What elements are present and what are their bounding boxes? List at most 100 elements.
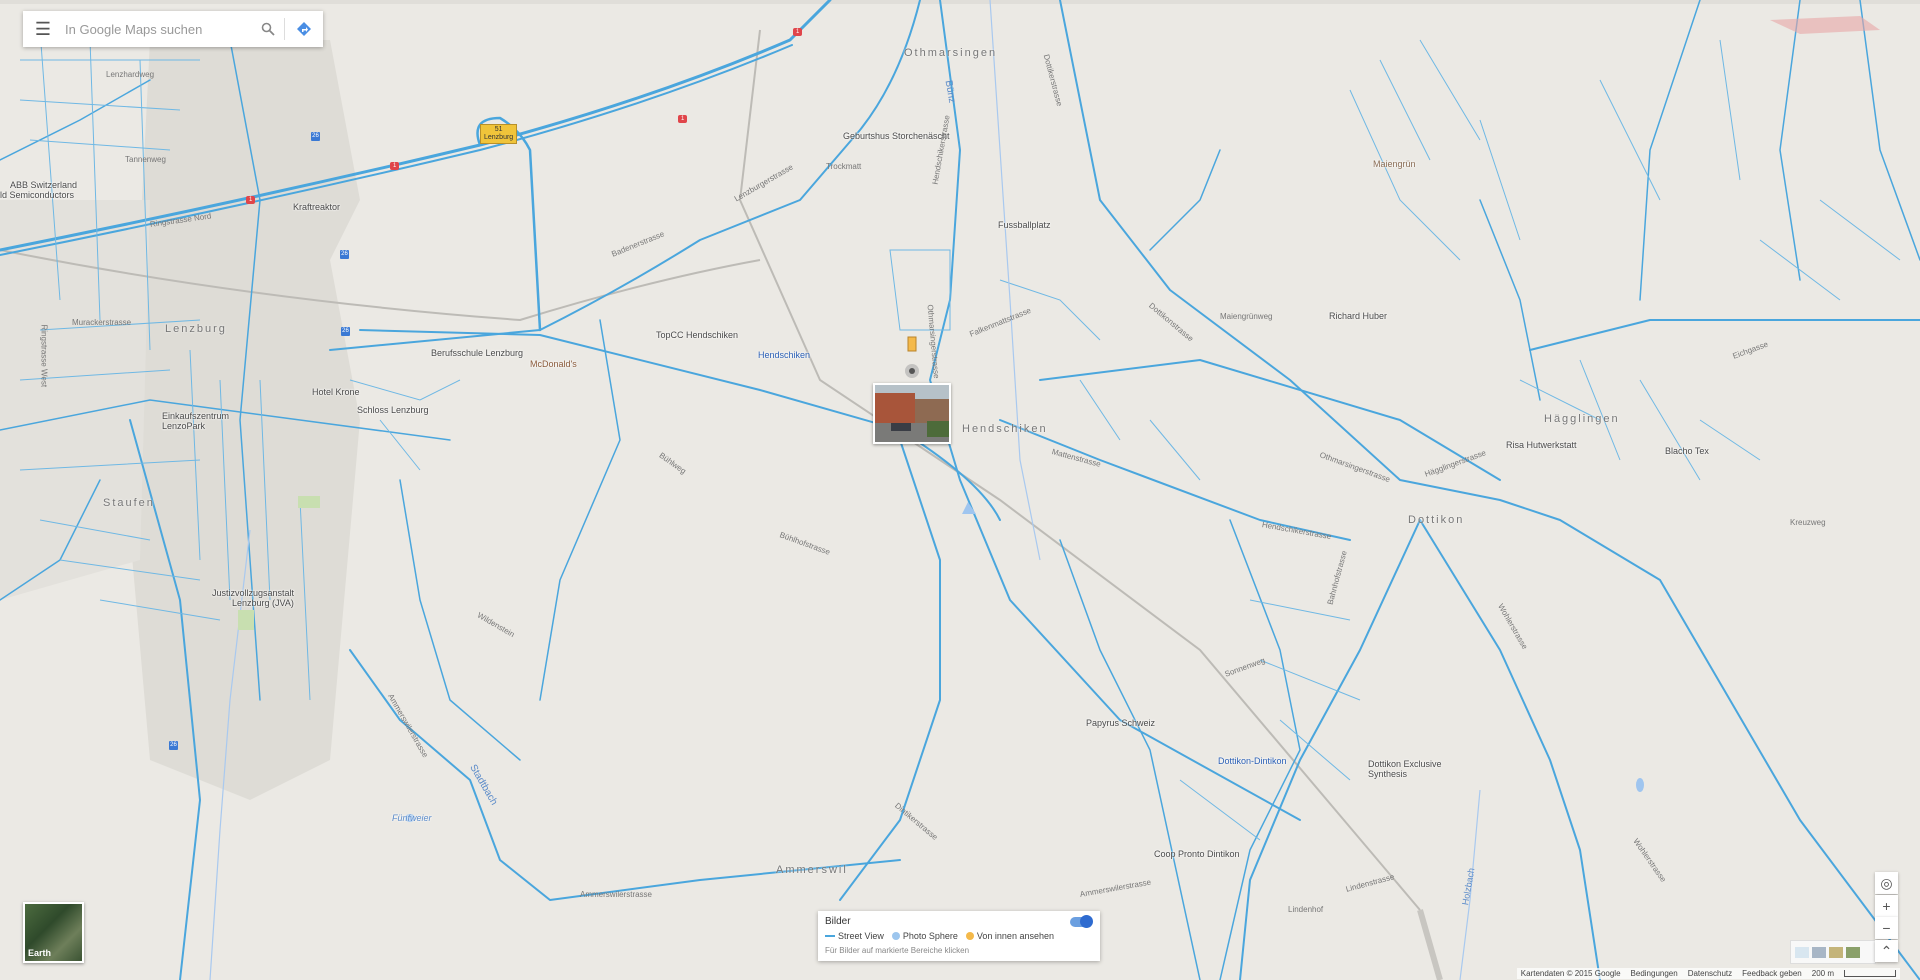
zoom-out-button[interactable]: − [1875, 917, 1898, 939]
road-number-shield: 1 [246, 196, 256, 204]
layer-thumb[interactable] [1795, 946, 1809, 958]
legend-label: Photo Sphere [902, 931, 958, 941]
place-label[interactable]: TopCC Hendschiken [656, 330, 738, 340]
place-label[interactable]: Lenzburg (JVA) [232, 598, 294, 608]
place-label[interactable]: Hotel Krone [312, 387, 360, 397]
minus-icon: − [1882, 920, 1891, 936]
footer-items: Kartendaten © 2015 Google Bedingungen Da… [1516, 968, 1900, 979]
my-location-button[interactable]: ◎ [1875, 872, 1898, 894]
legend-label: Von innen ansehen [976, 931, 1054, 941]
imagery-toggle[interactable] [1070, 915, 1093, 928]
scale-bar [1844, 970, 1896, 977]
legend-indoor: Von innen ansehen [965, 931, 1054, 941]
copyright-text: Kartendaten © 2015 Google [1520, 969, 1621, 978]
place-label[interactable]: Fussballplatz [998, 220, 1051, 230]
place-label[interactable]: ld Semiconductors [0, 190, 74, 200]
route-sign: 26 [341, 327, 350, 336]
street-view-photo [875, 385, 949, 442]
search-box: ☰ [23, 11, 323, 47]
place-label[interactable]: Schloss Lenzburg [357, 405, 429, 415]
street-label: Murackerstrasse [72, 318, 132, 327]
town-label: Hendschiken [962, 423, 1048, 435]
zoom-in-button[interactable]: + [1875, 895, 1898, 917]
place-label[interactable]: ABB Switzerland [10, 180, 77, 190]
town-label: Dottikon [1408, 514, 1465, 526]
imagery-panel: Bilder Street View Photo Sphere Von inne… [818, 911, 1100, 961]
street-label: Lenzhardweg [106, 70, 155, 79]
route-sign: 26 [169, 741, 178, 750]
layer-thumb[interactable] [1812, 946, 1826, 958]
place-label[interactable]: McDonald's [530, 359, 577, 369]
layer-thumb[interactable] [1829, 946, 1843, 958]
place-label[interactable]: Geburtshus Storchenäscht [843, 131, 950, 141]
pegman-icon[interactable] [900, 335, 924, 379]
place-label[interactable]: Coop Pronto Dintikon [1154, 849, 1240, 859]
place-label[interactable]: Papyrus Schweiz [1086, 718, 1155, 728]
legend-street-view: Street View [825, 931, 884, 941]
place-label[interactable]: Risa Hutwerkstatt [1506, 440, 1577, 450]
street-view-line-icon [825, 935, 835, 937]
street-label: Kreuzweg [1790, 518, 1826, 527]
place-label[interactable]: Dottikon-Dintikon [1218, 756, 1287, 766]
indoor-dot-icon [965, 932, 974, 940]
road-number-shield: 1 [793, 28, 803, 36]
place-label[interactable]: Berufsschule Lenzburg [431, 348, 523, 358]
chevron-up-icon: ⌃ [1880, 942, 1893, 959]
menu-button[interactable]: ☰ [23, 11, 63, 47]
directions-button[interactable] [285, 11, 323, 47]
route-sign: 26 [311, 132, 320, 141]
place-label[interactable]: Einkaufszentrum [162, 411, 229, 421]
feedback-link[interactable]: Feedback geben [1742, 969, 1802, 978]
place-label[interactable]: LenzoPark [162, 421, 205, 431]
layer-selector[interactable] [1790, 940, 1876, 964]
place-label[interactable]: Dottikon Exclusive [1368, 759, 1442, 769]
place-label[interactable]: Hendschiken [758, 350, 810, 360]
place-label[interactable]: Kraftreaktor [293, 202, 340, 212]
earth-view-button[interactable]: Earth [23, 902, 84, 963]
highway-exit-sign: 51 Lenzburg [480, 124, 518, 144]
imagery-hint: Für Bilder auf markierte Bereiche klicke… [825, 946, 970, 955]
place-label[interactable]: Justizvollzugsanstalt [212, 588, 294, 598]
place-label[interactable]: Blacho Tex [1665, 446, 1709, 456]
search-button[interactable] [252, 11, 284, 47]
plus-icon: + [1882, 898, 1891, 914]
street-label: Tannenweg [125, 155, 166, 164]
town-label: Lenzburg [165, 323, 227, 335]
town-label: Staufen [103, 497, 155, 509]
exit-name: Lenzburg [484, 134, 514, 141]
hamburger-icon: ☰ [34, 18, 52, 39]
town-label: Ammerswil [776, 864, 848, 876]
map-canvas[interactable] [0, 0, 1920, 980]
legend-label: Street View [838, 931, 884, 941]
town-label: Hägglingen [1544, 413, 1620, 425]
layer-thumb[interactable] [1846, 946, 1860, 958]
street-label: Ammerswilerstrasse [580, 890, 653, 899]
town-label: Othmarsingen [904, 47, 998, 59]
street-label: Ringstrasse West [39, 324, 49, 388]
terms-link[interactable]: Bedingungen [1631, 969, 1678, 978]
place-label[interactable]: Fünfweier [392, 813, 432, 823]
location-icon: ◎ [1880, 874, 1893, 891]
route-sign: 26 [340, 250, 349, 259]
imagery-legend: Street View Photo Sphere Von innen anseh… [825, 931, 1054, 941]
scale-label: 200 m [1811, 969, 1834, 978]
expand-button[interactable]: ⌃ [1875, 940, 1898, 962]
privacy-link[interactable]: Datenschutz [1688, 969, 1732, 978]
street-view-thumbnail[interactable] [873, 383, 951, 444]
earth-label: Earth [28, 948, 52, 958]
street-label: Trockmatt [826, 162, 862, 171]
place-label[interactable]: Richard Huber [1329, 311, 1387, 321]
directions-icon [297, 22, 311, 36]
legend-photo-sphere: Photo Sphere [891, 931, 958, 941]
road-number-shield: 1 [390, 162, 400, 170]
photo-sphere-dot-icon [891, 932, 900, 940]
footer: Kartendaten © 2015 Google Bedingungen Da… [0, 964, 1920, 980]
search-icon [261, 22, 275, 36]
search-input[interactable] [63, 20, 252, 38]
toggle-knob [1080, 915, 1093, 928]
street-label: Maiengrünweg [1220, 312, 1273, 321]
exit-number: 51 [494, 126, 503, 133]
place-label[interactable]: Synthesis [1368, 769, 1407, 779]
road-number-shield: 1 [678, 115, 688, 123]
place-label[interactable]: Maiengrün [1373, 159, 1416, 169]
